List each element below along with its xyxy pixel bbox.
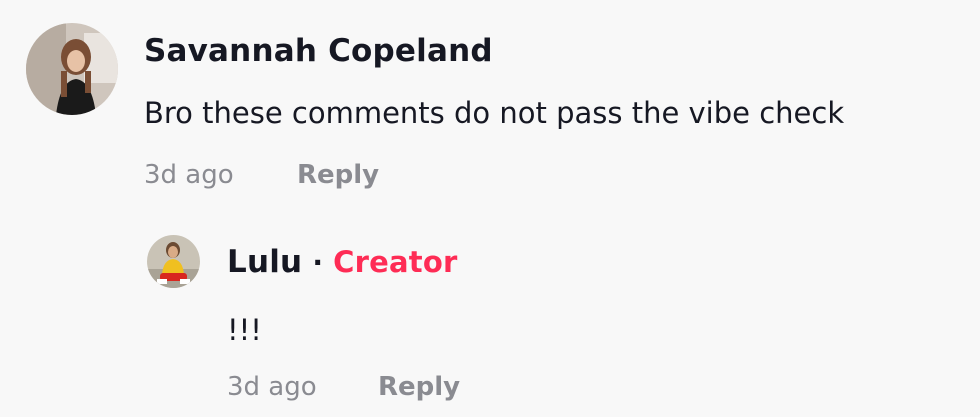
- username-separator: ·: [312, 246, 324, 279]
- comment-avatar[interactable]: [26, 23, 118, 115]
- comment-username[interactable]: Savannah Copeland: [144, 33, 493, 69]
- user-photo-avatar-icon: [147, 235, 200, 288]
- reply-timestamp: 3d ago: [227, 372, 317, 402]
- creator-badge: Creator: [333, 245, 458, 279]
- comment-text: Bro these comments do not pass the vibe …: [144, 96, 845, 130]
- comments-section: Savannah Copeland Bro these comments do …: [0, 0, 980, 417]
- user-photo-avatar-icon: [26, 23, 118, 115]
- comment-timestamp: 3d ago: [144, 160, 234, 190]
- reply-text: !!!: [227, 313, 262, 347]
- reply-username-row: Lulu · Creator: [227, 244, 457, 280]
- reply-button[interactable]: Reply: [378, 372, 460, 402]
- reply-avatar[interactable]: [147, 235, 200, 288]
- reply-button[interactable]: Reply: [297, 160, 379, 190]
- reply-username[interactable]: Lulu: [227, 244, 302, 280]
